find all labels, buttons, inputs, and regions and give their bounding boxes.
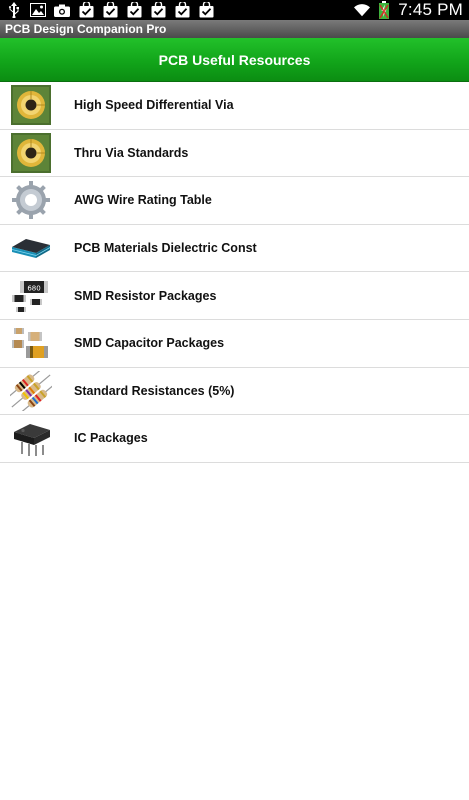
list-item[interactable]: Thru Via Standards: [0, 129, 469, 178]
camera-icon: [54, 2, 70, 18]
app-title-bar: PCB Design Companion Pro: [0, 20, 469, 38]
app-title: PCB Design Companion Pro: [5, 22, 167, 36]
resistors-icon: [10, 370, 52, 412]
list-item[interactable]: SMD Capacitor Packages: [0, 319, 469, 368]
smd-resistor-icon: 680: [10, 275, 52, 317]
list-item[interactable]: IC Packages: [0, 415, 469, 463]
list-item-label: SMD Capacitor Packages: [74, 336, 225, 351]
gear-wire-icon: [10, 179, 52, 221]
pcb-layer-icon: [10, 227, 52, 269]
list-item-label: SMD Resistor Packages: [74, 288, 217, 303]
resource-list: High Speed Differential Via Thru Via Sta…: [0, 82, 469, 463]
gallery-icon: [30, 2, 46, 18]
check-bag-icon: [174, 2, 190, 18]
list-item-label: Standard Resistances (5%): [74, 383, 235, 398]
via-icon: [10, 84, 52, 126]
list-item[interactable]: PCB Materials Dielectric Const: [0, 224, 469, 273]
list-item-label: High Speed Differential Via: [74, 98, 234, 113]
status-bar: 7:45 PM: [0, 0, 469, 20]
page-header: PCB Useful Resources: [0, 38, 469, 82]
wifi-icon: [354, 2, 371, 18]
check-bag-icon: [78, 2, 94, 18]
list-item-label: PCB Materials Dielectric Const: [74, 241, 257, 256]
list-item[interactable]: High Speed Differential Via: [0, 82, 469, 130]
check-bag-icon: [102, 2, 118, 18]
check-bag-icon: [126, 2, 142, 18]
list-item-label: IC Packages: [74, 431, 148, 446]
svg-text:680: 680: [27, 284, 40, 292]
check-bag-icon: [150, 2, 166, 18]
usb-icon: [6, 2, 22, 18]
list-item[interactable]: AWG Wire Rating Table: [0, 177, 469, 225]
clock: 7:45 PM: [398, 0, 463, 19]
page-title: PCB Useful Resources: [158, 51, 311, 68]
via-icon: [10, 132, 52, 174]
battery-charging-icon: [376, 1, 392, 19]
check-bag-icon: [198, 2, 214, 18]
notification-icons: [0, 0, 214, 20]
system-icons: 7:45 PM: [354, 0, 469, 20]
list-item-label: Thru Via Standards: [74, 145, 189, 160]
smd-capacitor-icon: [10, 322, 52, 364]
list-item[interactable]: Standard Resistances (5%): [0, 367, 469, 416]
list-item-label: AWG Wire Rating Table: [74, 193, 212, 208]
ic-chip-icon: [10, 417, 52, 459]
list-item[interactable]: 680 SMD Resistor Packages: [0, 272, 469, 320]
